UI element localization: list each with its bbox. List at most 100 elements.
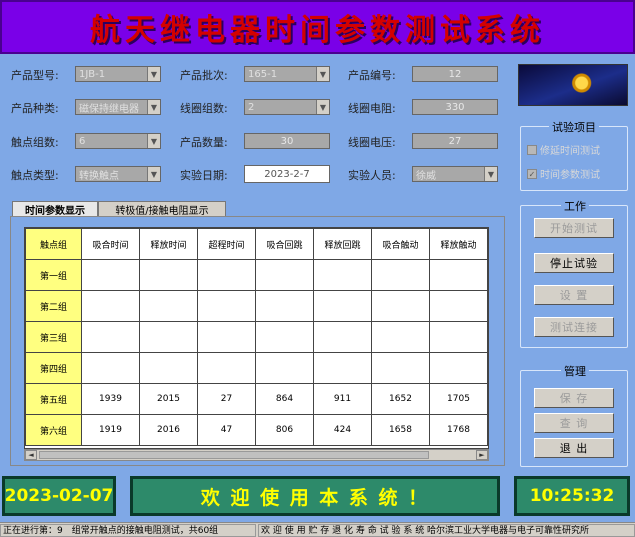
table-cell[interactable]: [81, 321, 140, 353]
row-header: 第三组: [25, 321, 82, 353]
table-cell[interactable]: [81, 259, 140, 291]
table-cell[interactable]: [81, 352, 140, 384]
table-row: 第一组: [25, 259, 488, 291]
contact-type-select[interactable]: 转换触点 ▼: [75, 166, 161, 182]
settings-button[interactable]: 设 置: [534, 285, 614, 305]
table-cell[interactable]: [255, 321, 314, 353]
contact-groups-value: 6: [79, 135, 86, 147]
status-bar: 正在进行第：9 组常开触点的接触电阻测试，共60组 欢 迎 使 用 贮 存 退 …: [0, 522, 635, 537]
table-cell[interactable]: 47: [197, 414, 256, 446]
table-cell[interactable]: 1919: [81, 414, 140, 446]
scroll-right-icon[interactable]: ►: [476, 450, 488, 460]
table-row: 第二组: [25, 290, 488, 322]
table-cell[interactable]: 1652: [371, 383, 430, 415]
start-test-button[interactable]: 开始测试: [534, 218, 614, 238]
scroll-left-icon[interactable]: ◄: [25, 450, 37, 460]
chevron-down-icon[interactable]: ▼: [147, 67, 160, 81]
coil-groups-select[interactable]: 2 ▼: [244, 99, 330, 115]
table-cell[interactable]: [371, 259, 430, 291]
column-header: 释放触动: [429, 228, 488, 260]
column-header: 吸合触动: [371, 228, 430, 260]
work-title: 工作: [561, 198, 589, 214]
product-quantity-field[interactable]: 30: [244, 133, 330, 149]
chevron-down-icon[interactable]: ▼: [316, 67, 329, 81]
table-cell[interactable]: [197, 321, 256, 353]
table-cell[interactable]: 424: [313, 414, 372, 446]
product-type-select[interactable]: 磁保持继电器 ▼: [75, 99, 161, 115]
table-cell[interactable]: [313, 290, 372, 322]
tab-time-parameters[interactable]: 时间参数显示: [12, 201, 98, 217]
test-item-checkbox-2[interactable]: ✓ 时间参数测试: [527, 166, 600, 181]
horizontal-scrollbar[interactable]: ◄ ►: [24, 449, 489, 461]
checkmark-icon[interactable]: ✓: [527, 168, 537, 179]
chevron-down-icon[interactable]: ▼: [316, 100, 329, 114]
product-number-field[interactable]: 12: [412, 66, 498, 82]
test-item-checkbox-1[interactable]: 修延时间测试: [527, 142, 600, 157]
table-cell[interactable]: [429, 321, 488, 353]
table-cell[interactable]: [81, 290, 140, 322]
chevron-down-icon[interactable]: ▼: [147, 167, 160, 181]
chevron-down-icon[interactable]: ▼: [147, 134, 160, 148]
coil-resistance-field[interactable]: 330: [412, 99, 498, 115]
contact-groups-select[interactable]: 6 ▼: [75, 133, 161, 149]
scrollbar-thumb[interactable]: [39, 451, 429, 459]
exit-button[interactable]: 退 出: [534, 438, 614, 458]
table-cell[interactable]: [255, 290, 314, 322]
table-cell[interactable]: [139, 321, 198, 353]
contact-groups-label: 触点组数:: [11, 136, 59, 149]
table-cell[interactable]: 806: [255, 414, 314, 446]
table-cell[interactable]: [197, 352, 256, 384]
table-cell[interactable]: [197, 290, 256, 322]
column-header: 吸合回跳: [255, 228, 314, 260]
row-header: 第二组: [25, 290, 82, 322]
product-model-value: 1JB-1: [79, 68, 106, 80]
product-model-select[interactable]: 1JB-1 ▼: [75, 66, 161, 82]
table-cell[interactable]: [429, 352, 488, 384]
checkbox-empty-icon[interactable]: [527, 144, 537, 155]
table-cell[interactable]: 2016: [139, 414, 198, 446]
table-cell[interactable]: [139, 290, 198, 322]
coil-voltage-field[interactable]: 27: [412, 133, 498, 149]
table-cell[interactable]: [313, 321, 372, 353]
table-cell[interactable]: 27: [197, 383, 256, 415]
table-cell[interactable]: 1768: [429, 414, 488, 446]
time-display: 10:25:32: [514, 476, 630, 516]
table-cell[interactable]: 2015: [139, 383, 198, 415]
query-button[interactable]: 查 询: [534, 413, 614, 433]
coil-groups-label: 线圈组数:: [180, 102, 228, 115]
table-cell[interactable]: [139, 352, 198, 384]
table-cell[interactable]: 911: [313, 383, 372, 415]
save-button[interactable]: 保 存: [534, 388, 614, 408]
table-cell[interactable]: [371, 352, 430, 384]
table-cell[interactable]: [429, 259, 488, 291]
column-header: 释放回跳: [313, 228, 372, 260]
row-header: 第一组: [25, 259, 82, 291]
app-title-bar: 航天继电器时间参数测试系统: [0, 0, 635, 54]
table-cell[interactable]: 1658: [371, 414, 430, 446]
chevron-down-icon[interactable]: ▼: [484, 167, 497, 181]
test-connection-button[interactable]: 测试连接: [534, 317, 614, 337]
table-cell[interactable]: [197, 259, 256, 291]
data-grid[interactable]: 触点组 吸合时间 释放时间 超程时间 吸合回跳 释放回跳 吸合触动 释放触动 第…: [24, 227, 489, 449]
contact-type-value: 转换触点: [79, 170, 119, 182]
product-batch-select[interactable]: 165-1 ▼: [244, 66, 330, 82]
table-cell[interactable]: [313, 259, 372, 291]
chevron-down-icon[interactable]: ▼: [147, 100, 160, 114]
stop-test-button[interactable]: 停止试验: [534, 253, 614, 273]
coil-voltage-label: 线圈电压:: [348, 136, 396, 149]
table-cell[interactable]: 864: [255, 383, 314, 415]
table-cell[interactable]: [255, 259, 314, 291]
tab-contact-resistance[interactable]: 转极值/接触电阻显示: [98, 201, 226, 217]
table-cell[interactable]: [313, 352, 372, 384]
table-cell[interactable]: 1705: [429, 383, 488, 415]
table-cell[interactable]: [255, 352, 314, 384]
table-cell[interactable]: [371, 321, 430, 353]
app-title: 航天继电器时间参数测试系统: [90, 13, 545, 48]
table-cell[interactable]: 1939: [81, 383, 140, 415]
table-cell[interactable]: [429, 290, 488, 322]
test-date-field[interactable]: 2023-2-7: [244, 165, 330, 183]
table-row: 第三组: [25, 321, 488, 353]
tester-select[interactable]: 徐威 ▼: [412, 166, 498, 182]
table-cell[interactable]: [371, 290, 430, 322]
table-cell[interactable]: [139, 259, 198, 291]
